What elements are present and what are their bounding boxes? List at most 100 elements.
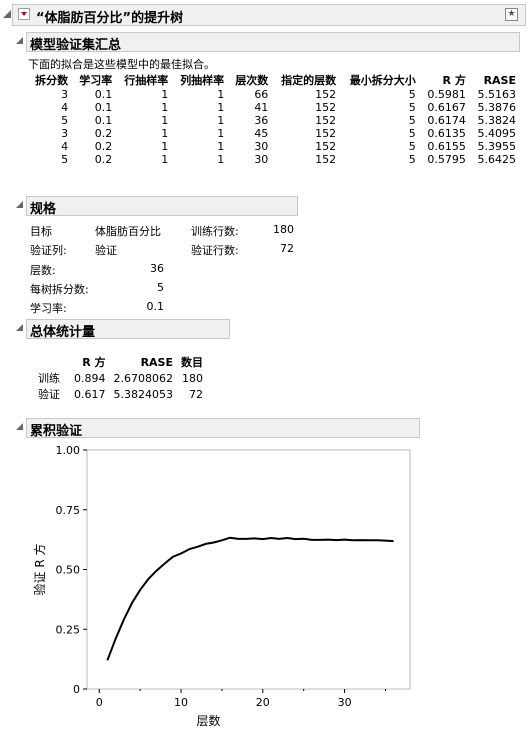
table-cell: 0.2 (94, 127, 113, 140)
table-cell: 0.1 (94, 88, 113, 101)
table-cell: 5.5163 (477, 88, 517, 101)
table-cell: 0.2 (94, 153, 113, 166)
table-cell: 0.1 (94, 101, 113, 114)
col-header: 数目 (181, 356, 203, 369)
spec-lr-label: 学习率: (30, 302, 67, 315)
stats-collapse-icon[interactable] (16, 324, 23, 331)
x-tick-label: 30 (338, 696, 352, 709)
cumulative-header-bar (26, 418, 420, 438)
table-cell: 5.6425 (477, 153, 517, 166)
col-header: 最小拆分大小 (349, 74, 416, 87)
col-header: RASE (483, 73, 516, 87)
spec-header-bar (26, 196, 298, 216)
table-cell: 1 (217, 114, 225, 127)
table-cell: 152 (315, 88, 337, 101)
table-cell: 4 (61, 140, 69, 153)
row-label: 验证 (38, 388, 60, 401)
spec-valid-col-label: 验证列: (30, 244, 67, 257)
table-cell: 0.6155 (427, 140, 466, 153)
red-triangle-menu-icon[interactable] (18, 8, 30, 20)
table-cell: 1 (161, 127, 169, 140)
table-cell: 1 (217, 140, 225, 153)
y-tick-label: 0 (73, 683, 80, 696)
table-cell: 152 (315, 101, 337, 114)
spec-target-label: 目标 (30, 225, 52, 238)
table-cell: 45 (254, 127, 269, 140)
table-row: 5 0.1 1 1 36 152 5 0.6174 5.3824 (28, 114, 520, 127)
spec-splits-value: 5 (157, 281, 164, 294)
y-tick-label: 1.00 (56, 444, 81, 457)
spec-header: 规格 (30, 202, 57, 217)
spec-valid-col-value: 验证 (95, 244, 117, 257)
table-cell: 0.6174 (427, 114, 466, 127)
x-tick-label: 20 (256, 696, 270, 709)
table-cell: 5.3824053 (113, 387, 174, 401)
table-cell: 0.894 (74, 371, 106, 385)
table-cell: 1 (217, 88, 225, 101)
summary-collapse-icon[interactable] (16, 37, 23, 44)
col-header: 指定的层数 (281, 74, 337, 87)
spec-train-rows-label: 训练行数: (191, 225, 239, 238)
table-cell: 5.3876 (477, 101, 517, 114)
spec-valid-rows-value: 72 (280, 242, 294, 255)
cumulative-collapse-icon[interactable] (16, 423, 23, 430)
summary-header: 模型验证集汇总 (30, 38, 122, 53)
table-cell: 152 (315, 153, 337, 166)
col-header: 行抽样率 (124, 74, 169, 87)
summary-table: 拆分数 学习率 行抽样率 列抽样率 层次数 指定的层数 最小拆分大小 R 方 R… (28, 72, 520, 167)
spec-splits-label: 每树拆分数: (30, 283, 89, 296)
table-cell: 1 (161, 153, 169, 166)
col-header: RASE (140, 355, 173, 369)
spec-collapse-icon[interactable] (16, 201, 23, 208)
table-cell: 2.6708062 (113, 371, 174, 385)
table-cell: 3 (61, 88, 69, 101)
y-tick-label: 0.50 (56, 564, 81, 577)
table-cell: 0.6167 (427, 101, 466, 114)
table-cell: 0.2 (94, 140, 113, 153)
spec-layers-value: 36 (150, 262, 164, 275)
table-cell: 1 (161, 114, 169, 127)
spec-train-rows-value: 180 (273, 223, 294, 236)
y-axis-label: 验证 R 方 (32, 544, 47, 596)
table-cell: 152 (315, 114, 337, 127)
x-tick-label: 10 (174, 696, 188, 709)
table-row: 验证 0.617 5.3824053 72 (34, 386, 207, 402)
table-cell: 5.4095 (477, 127, 517, 140)
table-cell: 30 (254, 140, 269, 153)
col-header: 列抽样率 (180, 74, 225, 87)
spec-lr-value: 0.1 (146, 300, 165, 313)
row-label: 训练 (38, 372, 60, 385)
table-cell: 5 (408, 114, 416, 127)
col-header: R 方 (442, 74, 466, 87)
spec-valid-rows-label: 验证行数: (191, 244, 239, 257)
cumulative-validation-chart: 0 0.25 0.50 0.75 1.00 0 10 20 30 层数 验证 R 方 (32, 444, 411, 728)
x-tick-label: 0 (96, 696, 103, 709)
table-cell: 0.617 (74, 387, 106, 401)
pin-icon[interactable]: ★ (505, 8, 518, 21)
table-cell: 30 (254, 153, 269, 166)
col-header: 学习率 (79, 74, 113, 87)
outline-collapse-icon[interactable] (3, 10, 11, 18)
table-cell: 5 (408, 101, 416, 114)
cumulative-header: 累积验证 (30, 424, 83, 439)
summary-note: 下面的拟合是这些模型中的最佳拟合。 (28, 58, 215, 71)
table-cell: 152 (315, 127, 337, 140)
table-cell: 1 (161, 88, 169, 101)
spec-layers-label: 层数: (30, 264, 56, 277)
table-cell: 180 (182, 371, 203, 385)
table-cell: 152 (315, 140, 337, 153)
table-cell: 5 (61, 114, 69, 127)
table-cell: 0.5981 (427, 88, 466, 101)
table-cell: 1 (217, 101, 225, 114)
table-cell: 5 (61, 153, 69, 166)
summary-table-body: 3 0.1 1 1 66 152 5 0.5981 5.5163 4 0.1 1 1 41 152 5 0.61… (28, 88, 520, 166)
table-row: 训练 0.894 2.6708062 180 (34, 370, 207, 386)
table-cell: 1 (161, 140, 169, 153)
table-row: 4 0.2 1 1 30 152 5 0.6155 5.3955 (28, 140, 520, 153)
table-cell: 66 (254, 88, 269, 101)
x-axis-label: 层数 (196, 713, 220, 728)
table-cell: 1 (217, 153, 225, 166)
table-cell: 5.3955 (477, 140, 517, 153)
table-row: 3 0.2 1 1 45 152 5 0.6135 5.4095 (28, 127, 520, 140)
stats-table: R 方 RASE 数目 训练 0.894 2.6708062 180 验证 0.… (34, 354, 207, 402)
